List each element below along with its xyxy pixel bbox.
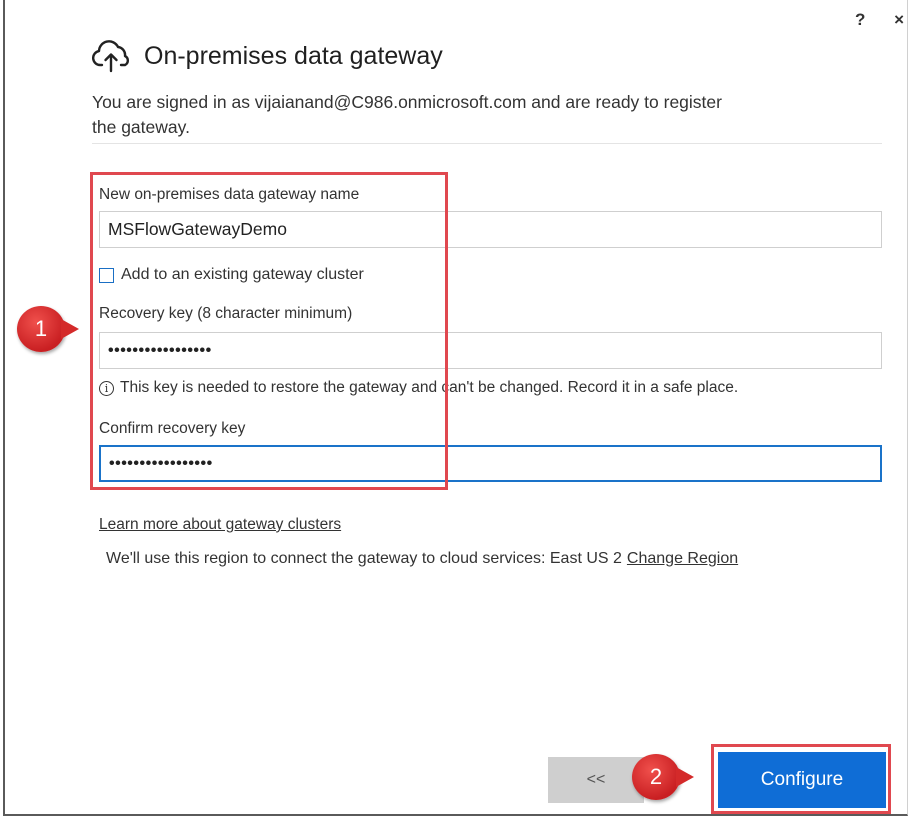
callout-badge-1: 1: [17, 306, 79, 352]
page-title: On-premises data gateway: [144, 41, 443, 70]
region-text: We'll use this region to connect the gat…: [106, 550, 622, 567]
callout-badge-2: 2: [632, 754, 694, 800]
signed-in-line2: the gateway.: [92, 117, 190, 137]
signed-in-message: You are signed in as vijaianand@C986.onm…: [92, 90, 852, 140]
learn-more-link[interactable]: Learn more about gateway clusters: [99, 516, 341, 534]
annotation-highlight-form: [90, 172, 448, 490]
change-region-link[interactable]: Change Region: [627, 550, 738, 567]
back-button[interactable]: <<: [548, 757, 644, 803]
region-message: We'll use this region to connect the gat…: [106, 550, 738, 568]
header-divider: [92, 143, 882, 144]
dialog-header: On-premises data gateway: [92, 38, 443, 74]
cloud-upload-icon: [92, 40, 129, 73]
close-button[interactable]: ×: [894, 10, 904, 30]
configure-button[interactable]: Configure: [718, 752, 886, 808]
help-button[interactable]: ?: [855, 10, 865, 30]
title-controls: ? ×: [831, 10, 904, 30]
signed-in-line1: You are signed in as vijaianand@C986.onm…: [92, 92, 722, 112]
